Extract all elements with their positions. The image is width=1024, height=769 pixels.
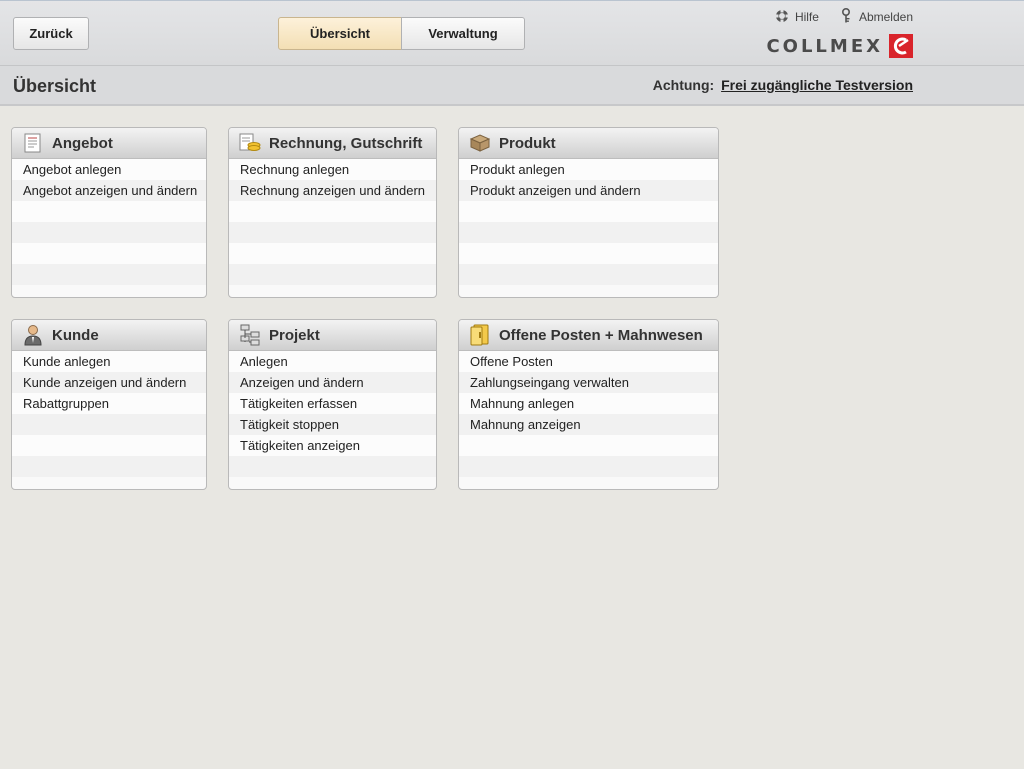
list-item[interactable]: Produkt anlegen [459, 159, 718, 180]
logout-label: Abmelden [858, 10, 913, 24]
test-version-notice: Achtung: Frei zugängliche Testversion [653, 77, 913, 93]
list-item[interactable]: Anlegen [229, 351, 436, 372]
collmex-logo: COLLMEX [766, 34, 913, 58]
panel-angebot: Angebot Angebot anlegen Angebot anzeigen… [11, 127, 207, 298]
box-icon [469, 132, 491, 154]
top-bar: Zurück Übersicht Verwaltung Hilfe Abmeld… [0, 0, 1024, 66]
logo-text: COLLMEX [766, 35, 883, 57]
sub-header: Übersicht Achtung: Frei zugängliche Test… [0, 66, 1024, 106]
test-version-link[interactable]: Frei zugängliche Testversion [721, 77, 913, 93]
help-label: Hilfe [794, 10, 819, 24]
panel-produkt: Produkt Produkt anlegen Produkt anzeigen… [458, 127, 719, 298]
folder-icon [469, 324, 491, 346]
list-item[interactable]: Kunde anzeigen und ändern [12, 372, 206, 393]
project-tree-icon [239, 324, 261, 346]
panel-title: Projekt [269, 326, 320, 344]
list-item[interactable]: Kunde anlegen [12, 351, 206, 372]
panel-header: Rechnung, Gutschrift [229, 128, 436, 159]
tab-verwaltung[interactable]: Verwaltung [401, 17, 525, 50]
panel-projekt: Projekt Anlegen Anzeigen und ändern Täti… [228, 319, 437, 490]
list-item[interactable]: Zahlungseingang verwalten [459, 372, 718, 393]
panel-title: Kunde [52, 326, 99, 344]
list-item[interactable]: Anzeigen und ändern [229, 372, 436, 393]
list-item[interactable]: Rechnung anzeigen und ändern [229, 180, 436, 201]
logout-link[interactable]: Abmelden [841, 7, 913, 26]
list-item[interactable]: Tätigkeiten erfassen [229, 393, 436, 414]
panel-header: Produkt [459, 128, 718, 159]
back-button[interactable]: Zurück [13, 17, 89, 50]
panel-title: Angebot [52, 134, 113, 152]
panel-header: Kunde [12, 320, 206, 351]
list-item[interactable]: Angebot anzeigen und ändern [12, 180, 206, 201]
tab-uebersicht[interactable]: Übersicht [278, 17, 402, 50]
page-title: Übersicht [13, 76, 97, 96]
invoice-coins-icon [239, 132, 261, 154]
notice-label: Achtung: [652, 77, 715, 93]
panel-kunde: Kunde Kunde anlegen Kunde anzeigen und ä… [11, 319, 207, 490]
panel-title: Rechnung, Gutschrift [269, 134, 423, 152]
panel-offene-posten: Offene Posten + Mahnwesen Offene Posten … [458, 319, 719, 490]
list-item[interactable]: Produkt anzeigen und ändern [459, 180, 718, 201]
help-link[interactable]: Hilfe [775, 8, 819, 26]
panel-title: Produkt [499, 134, 556, 152]
key-icon [841, 7, 853, 26]
panel-header: Projekt [229, 320, 436, 351]
list-item[interactable]: Tätigkeiten anzeigen [229, 435, 436, 456]
list-item[interactable]: Offene Posten [459, 351, 718, 372]
document-icon [22, 132, 44, 154]
list-item[interactable]: Mahnung anzeigen [459, 414, 718, 435]
panel-header: Angebot [12, 128, 206, 159]
logo-mark-icon [889, 34, 913, 58]
list-item[interactable]: Rechnung anlegen [229, 159, 436, 180]
list-item[interactable]: Mahnung anlegen [459, 393, 718, 414]
list-item[interactable]: Rabattgruppen [12, 393, 206, 414]
list-item[interactable]: Tätigkeit stoppen [229, 414, 436, 435]
panel-header: Offene Posten + Mahnwesen [459, 320, 718, 351]
person-icon [22, 324, 44, 346]
panel-title: Offene Posten + Mahnwesen [499, 326, 703, 344]
lifebuoy-icon [775, 9, 789, 26]
top-links: Hilfe Abmelden [775, 7, 913, 26]
panel-rechnung: Rechnung, Gutschrift Rechnung anlegen Re… [228, 127, 437, 298]
list-item[interactable]: Angebot anlegen [12, 159, 206, 180]
